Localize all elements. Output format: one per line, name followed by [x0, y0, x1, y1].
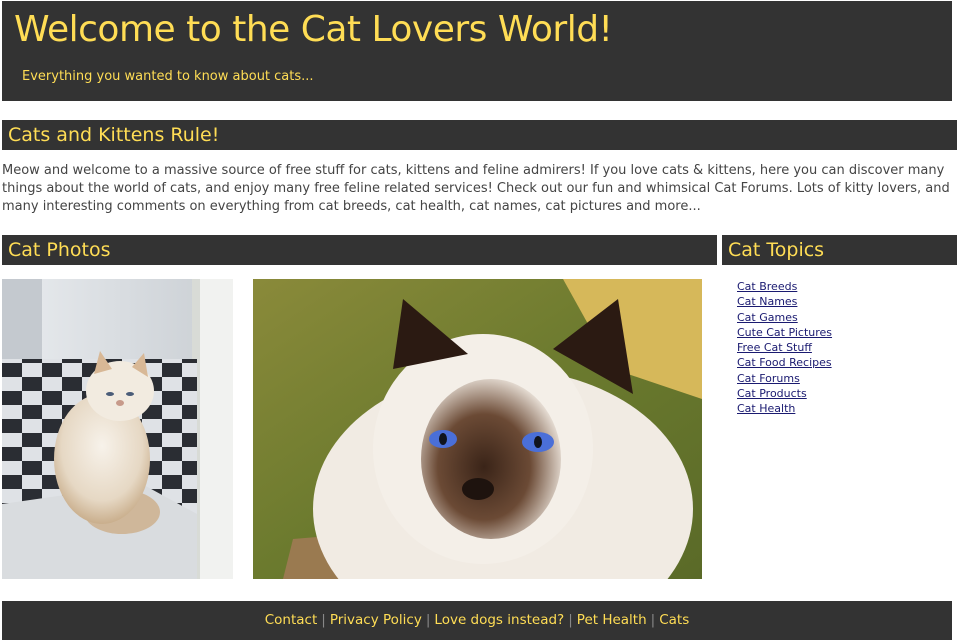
site-tagline: Everything you wanted to know about cats… — [22, 69, 314, 84]
cat-topics-list: Cat Breeds Cat Names Cat Games Cute Cat … — [737, 279, 832, 417]
site-header: Welcome to the Cat Lovers World! Everyth… — [2, 1, 952, 101]
footer-separator: | — [568, 612, 573, 628]
free-cat-stuff-link[interactable]: Free Cat Stuff — [737, 341, 812, 354]
cat-food-recipes-link[interactable]: Cat Food Recipes — [737, 356, 832, 369]
list-item: Cat Names — [737, 294, 832, 309]
intro-text: Meow and welcome to a massive source of … — [2, 163, 950, 214]
cat-products-link[interactable]: Cat Products — [737, 387, 807, 400]
site-title: Welcome to the Cat Lovers World! — [14, 9, 613, 50]
cat-health-link[interactable]: Cat Health — [737, 402, 795, 415]
pet-health-link[interactable]: Pet Health — [577, 612, 647, 628]
contact-link[interactable]: Contact — [265, 612, 318, 628]
list-item: Cat Health — [737, 401, 832, 416]
site-footer: Contact | Privacy Policy | Love dogs instead… — [2, 601, 952, 640]
cat-games-link[interactable]: Cat Games — [737, 311, 798, 324]
cat-breeds-link[interactable]: Cat Breeds — [737, 280, 797, 293]
list-item: Cat Products — [737, 386, 832, 401]
cat-topics-heading: Cat Topics — [722, 235, 957, 265]
list-item: Free Cat Stuff — [737, 340, 832, 355]
intro-heading: Cats and Kittens Rule! — [2, 120, 957, 150]
cat-forums-link[interactable]: Cat Forums — [737, 372, 800, 385]
cat-photos-heading: Cat Photos — [2, 235, 717, 265]
list-item: Cute Cat Pictures — [737, 325, 832, 340]
list-item: Cat Breeds — [737, 279, 832, 294]
footer-separator: | — [425, 612, 431, 628]
cats-link[interactable]: Cats — [659, 612, 689, 628]
persian-cat-photo — [2, 279, 233, 579]
cat-names-link[interactable]: Cat Names — [737, 295, 797, 308]
cute-cat-pictures-link[interactable]: Cute Cat Pictures — [737, 326, 832, 339]
list-item: Cat Forums — [737, 371, 832, 386]
birman-cat-photo — [253, 279, 702, 579]
privacy-policy-link[interactable]: Privacy Policy — [330, 612, 422, 628]
footer-separator: | — [321, 612, 326, 628]
footer-separator: | — [650, 612, 656, 628]
list-item: Cat Games — [737, 310, 832, 325]
love-dogs-link[interactable]: Love dogs instead? — [434, 612, 564, 628]
list-item: Cat Food Recipes — [737, 355, 832, 370]
